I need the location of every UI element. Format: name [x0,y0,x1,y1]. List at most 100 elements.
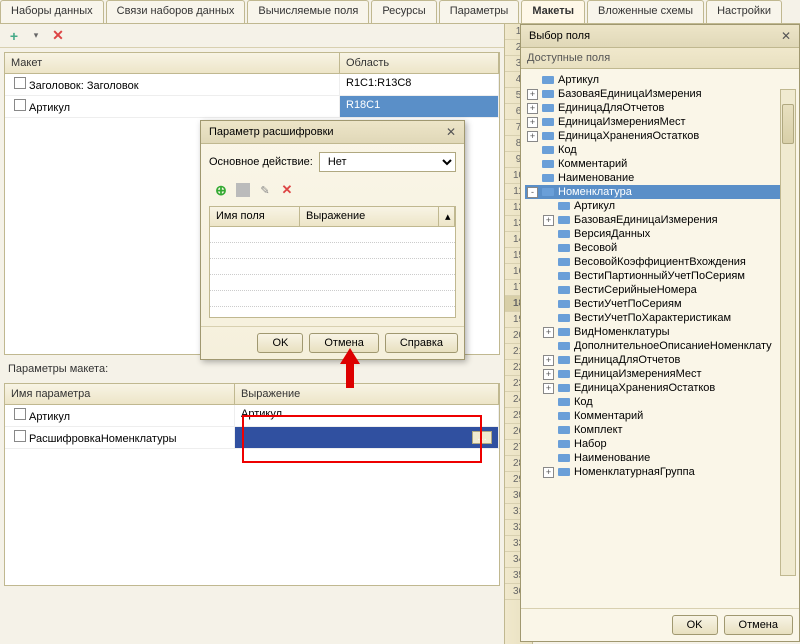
field-chooser-titlebar[interactable]: Выбор поля ✕ [521,25,799,48]
tree-label: Номенклатура [558,186,632,198]
tree-item[interactable]: +ЕдиницаИзмеренияМест [525,115,795,129]
tree-item[interactable]: ВерсияДанных [541,227,795,241]
toggle-spacer [543,397,554,408]
scrollbar[interactable] [780,89,796,576]
expand-icon[interactable]: + [527,117,538,128]
tab-0[interactable]: Наборы данных [0,0,104,23]
add-icon[interactable]: ⊕ [213,182,229,198]
tree-item[interactable]: +НоменклатурнаяГруппа [541,465,795,479]
tree-item[interactable]: +ВидНоменклатуры [541,325,795,339]
ok-button[interactable]: OK [257,333,303,353]
field-icon [558,412,570,420]
tree-label: ВесовойКоэффициентВхождения [574,256,746,268]
expand-icon[interactable]: + [543,215,554,226]
layout-row[interactable]: АртикулR18C1 [5,96,499,118]
tree-item[interactable]: +ЕдиницаДляОтчетов [541,353,795,367]
col-toggle[interactable]: ▴ [439,207,455,226]
cancel-button[interactable]: Отмена [724,615,793,635]
col-param-name[interactable]: Имя параметра [5,384,235,404]
toggle-spacer [543,257,554,268]
remove-icon[interactable]: ✕ [279,182,295,198]
field-icon [558,356,570,364]
tree-item[interactable]: ВестиУчетПоХарактеристикам [541,311,795,325]
tree-item[interactable]: - Номенклатура [525,185,795,199]
expand-icon[interactable]: + [527,89,538,100]
tree-item[interactable]: +ЕдиницаХраненияОстатков [541,381,795,395]
edit-icon[interactable]: ✎ [257,182,273,198]
tree-item[interactable]: +ЕдиницаХраненияОстатков [525,129,795,143]
tree-item[interactable]: ВестиУчетПоСериям [541,297,795,311]
ok-button[interactable]: OK [672,615,718,635]
col-fieldname[interactable]: Имя поля [210,207,300,226]
tab-3[interactable]: Ресурсы [371,0,436,23]
document-icon [14,99,26,111]
field-icon [558,202,570,210]
field-icon [558,370,570,378]
delete-icon[interactable]: ✕ [50,28,66,44]
expand-icon[interactable]: + [527,103,538,114]
tree-item[interactable]: Комментарий [525,157,795,171]
param-row[interactable]: АртикулАртикул [5,405,499,427]
tree-label: ДополнительноеОписаниеНоменклату [574,340,772,352]
tree-item[interactable]: +БазоваяЕдиницаИзмерения [541,213,795,227]
copy-icon[interactable] [235,182,251,198]
close-icon[interactable]: ✕ [446,125,456,139]
tree-item[interactable]: ВестиПартионныйУчетПоСериям [541,269,795,283]
tree-item[interactable]: ВесовойКоэффициентВхождения [541,255,795,269]
action-label: Основное действие: [209,156,313,168]
tree-item[interactable]: + ЕдиницаИзмеренияМест [541,367,795,381]
available-fields-header: Доступные поля [521,48,799,69]
field-icon [558,300,570,308]
field-icon [558,286,570,294]
scroll-thumb[interactable] [782,104,794,144]
action-select[interactable]: Нет [319,152,456,172]
tab-5[interactable]: Макеты [521,0,585,23]
tree-item[interactable]: Код [525,143,795,157]
expand-icon[interactable]: + [527,131,538,142]
ellipsis-button[interactable]: … [472,431,492,444]
tree-item[interactable]: +БазоваяЕдиницаИзмерения [525,87,795,101]
field-icon [542,132,554,140]
red-arrow-annotation [340,348,360,388]
param-row[interactable]: РасшифровкаНоменклатуры… [5,427,499,449]
dialog-titlebar[interactable]: Параметр расшифровки ✕ [201,121,464,144]
expand-icon[interactable]: + [543,467,554,478]
tree-item[interactable]: ВестиСерийныеНомера [541,283,795,297]
tree-item[interactable]: +ЕдиницаДляОтчетов [525,101,795,115]
col-param-expr[interactable]: Выражение [235,384,499,404]
field-chooser-title: Выбор поля [529,30,590,42]
close-icon[interactable]: ✕ [781,29,791,43]
expand-icon[interactable]: + [543,383,554,394]
expand-icon[interactable]: + [543,355,554,366]
fields-grid-body[interactable] [210,227,455,317]
tab-4[interactable]: Параметры [439,0,520,23]
tree-item[interactable]: Код [541,395,795,409]
dropdown-icon[interactable]: ▾ [28,28,44,44]
tree-item[interactable]: Весовой [541,241,795,255]
tree-item[interactable]: Артикул [525,73,795,87]
expand-icon[interactable]: + [543,327,554,338]
field-tree[interactable]: Артикул+БазоваяЕдиницаИзмерения+ЕдиницаД… [521,69,799,608]
tree-item[interactable]: Наименование [525,171,795,185]
tree-item[interactable]: Наименование [541,451,795,465]
toggle-spacer [543,411,554,422]
tree-item[interactable]: Комплект [541,423,795,437]
expand-icon[interactable]: + [543,369,554,380]
collapse-icon[interactable]: - [527,187,538,198]
tab-6[interactable]: Вложенные схемы [587,0,704,23]
tree-item[interactable]: ДополнительноеОписаниеНоменклату [541,339,795,353]
col-area[interactable]: Область [340,53,499,73]
tree-item[interactable]: Набор [541,437,795,451]
tab-2[interactable]: Вычисляемые поля [247,0,369,23]
tab-7[interactable]: Настройки [706,0,782,23]
tree-item[interactable]: Комментарий [541,409,795,423]
tree-item[interactable]: Артикул [541,199,795,213]
tab-1[interactable]: Связи наборов данных [106,0,246,23]
help-button[interactable]: Справка [385,333,458,353]
tree-label: ЕдиницаИзмеренияМест [574,368,702,380]
action-row: Основное действие: Нет [209,152,456,172]
col-layout[interactable]: Макет [5,53,340,73]
col-expression[interactable]: Выражение [300,207,439,226]
layout-row[interactable]: Заголовок: ЗаголовокR1C1:R13C8 [5,74,499,96]
add-icon[interactable]: + [6,28,22,44]
